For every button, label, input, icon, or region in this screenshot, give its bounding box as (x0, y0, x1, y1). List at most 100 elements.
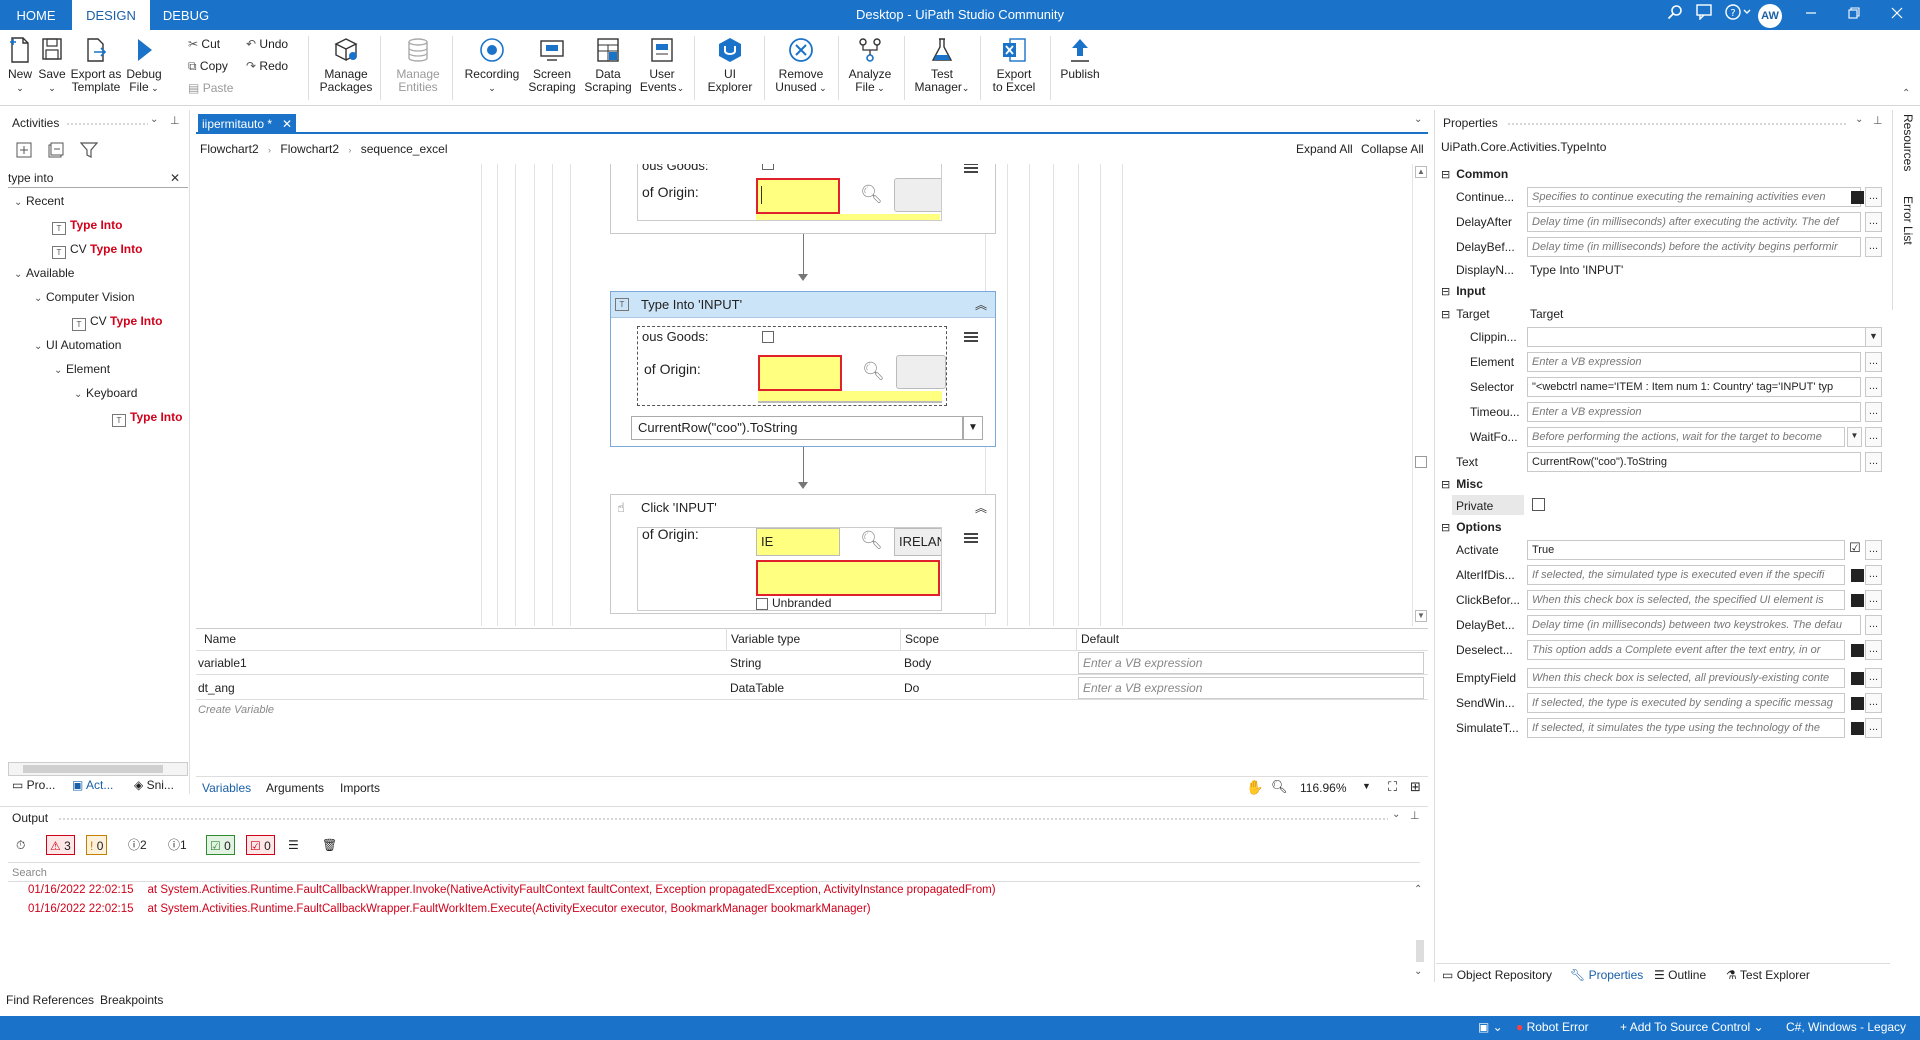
collapse-all-link[interactable]: Collapse All (1361, 142, 1424, 156)
save-button[interactable]: Save ⌄ (36, 34, 68, 100)
activity-card-previous[interactable]: ous Goods: of Origin: 🔍︎ (610, 164, 996, 234)
collapse-activity-icon[interactable]: ︽ (975, 296, 987, 313)
chevron-down-icon[interactable]: ⌄ (1392, 809, 1400, 820)
deselectat-ellipsis-button[interactable]: ... (1865, 640, 1882, 660)
data-scraping-button[interactable]: Data Scraping (580, 34, 636, 100)
col-scope[interactable]: Scope (900, 628, 939, 650)
pin-icon[interactable]: ⊥ (1410, 809, 1420, 822)
project-environment[interactable]: C#, Windows - Legacy (1786, 1020, 1906, 1034)
clickbeforetyping-ellipsis-button[interactable]: ... (1865, 590, 1882, 610)
menu-icon[interactable] (963, 531, 979, 548)
clipping-region-input[interactable] (1527, 327, 1867, 347)
recording-button[interactable]: Recording ⌄ (458, 34, 526, 100)
redo-button[interactable]: ↷ Redo (246, 56, 288, 76)
alterifdisabled-ellipsis-button[interactable]: ... (1865, 565, 1882, 585)
breadcrumb-item[interactable]: sequence_excel (361, 142, 448, 156)
fit-screen-icon[interactable]: ⛶ (1388, 779, 1397, 795)
private-checkbox[interactable] (1532, 498, 1545, 511)
section-common[interactable]: ⊟ Common (1441, 164, 1508, 184)
tab-snippets[interactable]: ◈ Sni... (134, 778, 174, 792)
deselectat-checkbox[interactable] (1851, 644, 1864, 657)
paste-button[interactable]: ▤ Paste (188, 78, 233, 98)
tree-ui-automation[interactable]: ⌄ UI Automation (34, 334, 121, 356)
user-events-button[interactable]: User Events⌄ (638, 34, 686, 100)
screen-scraping-button[interactable]: Screen Scraping (526, 34, 578, 100)
waitfor-dropdown-button[interactable]: ▼ (1847, 427, 1862, 447)
simulatetype-checkbox[interactable] (1851, 722, 1864, 735)
tree-recent-cv-type-into[interactable]: T CV Type Into (52, 238, 142, 260)
hand-icon[interactable]: ✋ (1246, 779, 1263, 796)
tab-outline[interactable]: ☰ Outline (1654, 968, 1706, 982)
trace-filter[interactable]: ⓘ1 (168, 835, 187, 855)
collapse-activity-icon[interactable]: ︽ (975, 499, 987, 516)
analyze-file-button[interactable]: Analyze File ⌄ (844, 34, 896, 100)
tree-recent-type-into[interactable]: T Type Into (52, 214, 122, 236)
tab-imports[interactable]: Imports (340, 781, 380, 795)
export-to-excel-button[interactable]: Export to Excel (984, 34, 1044, 100)
robot-status[interactable]: ● Robot Error (1516, 1020, 1589, 1034)
minimize-icon[interactable] (1800, 4, 1822, 26)
activate-checkbox[interactable]: ☑ (1849, 540, 1861, 556)
selector-ellipsis-button[interactable]: ... (1865, 377, 1882, 397)
section-misc[interactable]: ⊟ Misc (1441, 474, 1483, 494)
add-to-source-control[interactable]: + Add To Source Control ⌄ (1620, 1020, 1764, 1034)
activate-ellipsis-button[interactable]: ... (1865, 540, 1882, 560)
continue-ellipsis-button[interactable]: ... (1865, 187, 1882, 207)
expression-dropdown-button[interactable]: ▼ (963, 416, 983, 440)
create-variable[interactable]: Create Variable (196, 701, 274, 719)
clear-search-icon[interactable]: ✕ (170, 168, 180, 188)
success-filter[interactable]: ☑ 0 (206, 835, 235, 855)
section-input[interactable]: ⊟ Input (1441, 281, 1486, 301)
displayname-value[interactable]: Type Into 'INPUT' (1530, 258, 1623, 282)
tab-project[interactable]: ▭ Pro... (12, 778, 55, 792)
sendwindowmessages-input[interactable]: If selected, the type is executed by sen… (1527, 693, 1845, 713)
zoom-level[interactable]: 116.96% (1300, 781, 1346, 795)
list-filter-icon[interactable]: ☰ (288, 835, 299, 855)
failed-filter[interactable]: ☑ 0 (246, 835, 275, 855)
tab-find-references[interactable]: Find References (6, 993, 94, 1007)
menu-icon[interactable] (963, 330, 979, 347)
restore-icon[interactable] (1843, 4, 1865, 26)
pin-icon[interactable]: ⊥ (170, 114, 180, 127)
emptyfield-checkbox[interactable] (1851, 672, 1864, 685)
trash-icon[interactable]: 🗑︎ (322, 835, 337, 855)
delayafter-input[interactable]: Delay time (in milliseconds) after execu… (1527, 212, 1861, 232)
zoom-icon[interactable]: 🔍︎ (1271, 779, 1288, 795)
close-tab-icon[interactable]: ✕ (282, 114, 292, 134)
deselectat-input[interactable]: This option adds a Complete event after … (1527, 640, 1845, 660)
output-search-input[interactable]: Search (8, 862, 1420, 882)
close-icon[interactable] (1886, 4, 1908, 26)
delaybetweenkeys-input[interactable]: Delay time (in milliseconds) between two… (1527, 615, 1861, 635)
screenshot-preview[interactable]: ous Goods: of Origin: 🔍︎ (637, 326, 947, 406)
table-row[interactable]: dt_ang DataTable Do Enter a VB expressio… (196, 676, 1428, 700)
tab-object-repository[interactable]: ▭ Object Repository (1442, 968, 1552, 982)
text-input[interactable]: CurrentRow("coo").ToString (1527, 452, 1861, 472)
tree-keyboard-type-into[interactable]: T Type Into (112, 406, 182, 428)
tab-design[interactable]: DESIGN (72, 0, 150, 30)
horizontal-scrollbar[interactable] (8, 762, 188, 776)
activity-type-into[interactable]: T Type Into 'INPUT' ︽ ous Goods: of Orig… (610, 291, 996, 447)
col-variable-type[interactable]: Variable type (726, 628, 800, 650)
test-manager-button[interactable]: Test Manager⌄ (910, 34, 974, 100)
selector-input[interactable]: "<webctrl name='ITEM : Item num 1: Count… (1527, 377, 1861, 397)
element-input[interactable]: Enter a VB expression (1527, 352, 1861, 372)
activities-search-input[interactable]: type into ✕ (8, 168, 188, 188)
continue-input[interactable]: Specifies to continue executing the rema… (1527, 187, 1861, 207)
tree-recent[interactable]: ⌄ Recent (14, 190, 64, 212)
document-tab[interactable]: iipermitauto * ✕ (198, 114, 297, 134)
designer-canvas[interactable]: ous Goods: of Origin: 🔍︎ T Type Into 'IN… (196, 164, 1428, 626)
search-icon[interactable] (1664, 4, 1686, 26)
expand-all-icon[interactable] (16, 142, 32, 161)
tab-properties[interactable]: 🔧︎ Properties (1570, 968, 1643, 982)
tab-error-list[interactable]: Error List (1897, 196, 1915, 245)
tab-activities[interactable]: ▣ Act... (72, 778, 113, 792)
collapse-ribbon-icon[interactable]: ⌃ (1902, 88, 1910, 99)
new-button[interactable]: New ⌄ (4, 34, 36, 100)
tab-breakpoints[interactable]: Breakpoints (100, 993, 163, 1007)
manage-entities-button[interactable]: Manage Entities (390, 34, 446, 100)
tab-home[interactable]: HOME (0, 0, 72, 30)
tree-computer-vision[interactable]: ⌄ Computer Vision (34, 286, 135, 308)
element-ellipsis-button[interactable]: ... (1865, 352, 1882, 372)
vertical-scrollbar[interactable]: ▲ ▼ (1412, 164, 1428, 626)
tab-variables[interactable]: Variables (202, 781, 251, 795)
